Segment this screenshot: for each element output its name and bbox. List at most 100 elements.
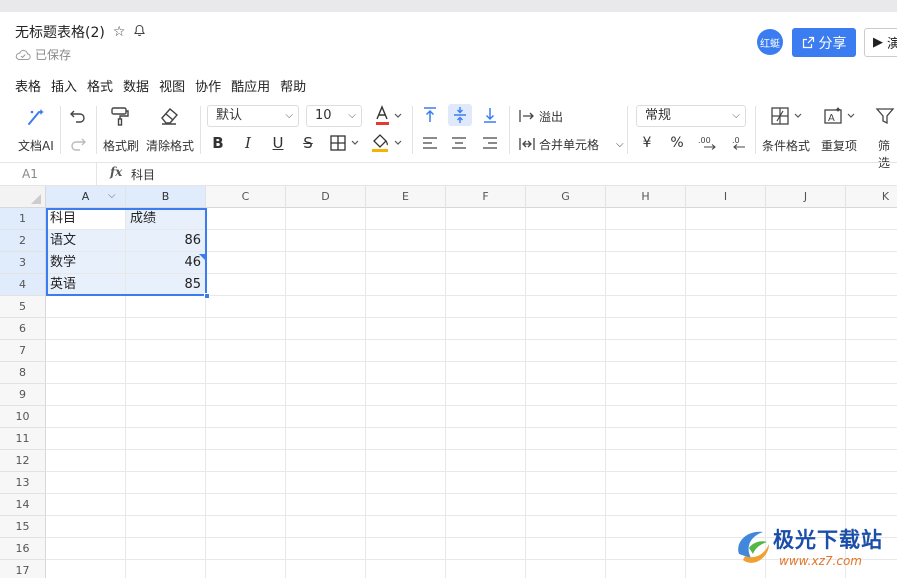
cell-d9[interactable] [286,384,366,406]
row-header-5[interactable]: 5 [0,296,46,318]
cell-g6[interactable] [526,318,606,340]
cell-h13[interactable] [606,472,686,494]
cell-b3[interactable]: 46 [126,252,206,274]
cell-a4[interactable]: 英语 [46,274,126,296]
cell-h17[interactable] [606,560,686,578]
chevron-down-icon[interactable]: ⌵ [108,186,116,208]
cell-i6[interactable] [686,318,766,340]
cell-j5[interactable] [766,296,846,318]
cell-h14[interactable] [606,494,686,516]
column-header-d[interactable]: D [286,186,366,208]
cell-b13[interactable] [126,472,206,494]
cell-g3[interactable] [526,252,606,274]
format-painter-icon[interactable] [107,104,133,128]
cell-h5[interactable] [606,296,686,318]
cell-d16[interactable] [286,538,366,560]
cell-e14[interactable] [366,494,446,516]
cell-h3[interactable] [606,252,686,274]
cell-i5[interactable] [686,296,766,318]
column-header-j[interactable]: J [766,186,846,208]
row-header-4[interactable]: 4 [0,274,46,296]
clear-format-label[interactable]: 清除格式 [146,137,194,154]
cell-i11[interactable] [686,428,766,450]
menu-item-format[interactable]: 格式 [82,78,118,98]
align-bottom-icon[interactable] [479,104,501,126]
row-header-8[interactable]: 8 [0,362,46,384]
row-header-14[interactable]: 14 [0,494,46,516]
fill-color-button[interactable] [369,132,405,154]
menu-item-table[interactable]: 表格 [0,78,46,98]
cell-d6[interactable] [286,318,366,340]
present-button[interactable]: ▶ 演 [864,28,897,57]
cell-k4[interactable] [846,274,897,296]
currency-icon[interactable]: ¥ [638,133,656,153]
cell-j7[interactable] [766,340,846,362]
cell-e11[interactable] [366,428,446,450]
cell-e17[interactable] [366,560,446,578]
column-header-i[interactable]: I [686,186,766,208]
row-header-3[interactable]: 3 [0,252,46,274]
cell-i9[interactable] [686,384,766,406]
cell-c14[interactable] [206,494,286,516]
percent-icon[interactable]: % [668,133,686,153]
cell-f8[interactable] [446,362,526,384]
eraser-icon[interactable] [156,104,182,128]
cell-k9[interactable] [846,384,897,406]
cell-i4[interactable] [686,274,766,296]
row-header-13[interactable]: 13 [0,472,46,494]
cell-j6[interactable] [766,318,846,340]
cell-b8[interactable] [126,362,206,384]
cell-d2[interactable] [286,230,366,252]
cell-g12[interactable] [526,450,606,472]
cell-f9[interactable] [446,384,526,406]
cell-c12[interactable] [206,450,286,472]
cell-e4[interactable] [366,274,446,296]
cell-f15[interactable] [446,516,526,538]
cell-e3[interactable] [366,252,446,274]
cell-f12[interactable] [446,450,526,472]
cell-f11[interactable] [446,428,526,450]
cell-c15[interactable] [206,516,286,538]
cell-f3[interactable] [446,252,526,274]
cell-g4[interactable] [526,274,606,296]
cell-f16[interactable] [446,538,526,560]
decrease-decimal-icon[interactable]: .0 [727,133,749,153]
cell-f7[interactable] [446,340,526,362]
cell-b2[interactable]: 86 [126,230,206,252]
cell-k5[interactable] [846,296,897,318]
cell-k3[interactable] [846,252,897,274]
row-header-9[interactable]: 9 [0,384,46,406]
cell-comment-marker[interactable] [199,254,206,261]
formula-input[interactable]: 科目 [131,166,155,183]
cell-j11[interactable] [766,428,846,450]
fill-handle[interactable] [204,293,210,299]
cell-b7[interactable] [126,340,206,362]
cell-i7[interactable] [686,340,766,362]
cell-h8[interactable] [606,362,686,384]
cell-a12[interactable] [46,450,126,472]
cell-h12[interactable] [606,450,686,472]
column-header-e[interactable]: E [366,186,446,208]
cell-h9[interactable] [606,384,686,406]
menu-item-data[interactable]: 数据 [118,78,154,98]
cell-h15[interactable] [606,516,686,538]
star-icon[interactable]: ☆ [113,24,126,40]
cell-h1[interactable] [606,208,686,230]
cell-c8[interactable] [206,362,286,384]
doc-ai-label[interactable]: 文档AI [18,137,54,154]
cell-g2[interactable] [526,230,606,252]
increase-decimal-icon[interactable]: .00 [697,133,719,153]
undo-icon[interactable] [67,106,89,126]
cell-h10[interactable] [606,406,686,428]
cell-c6[interactable] [206,318,286,340]
cell-a1[interactable]: 科目 [46,208,126,230]
cell-e1[interactable] [366,208,446,230]
cell-b6[interactable] [126,318,206,340]
cell-g1[interactable] [526,208,606,230]
cell-j12[interactable] [766,450,846,472]
menu-item-help[interactable]: 帮助 [275,78,311,98]
cell-a6[interactable] [46,318,126,340]
cell-h7[interactable] [606,340,686,362]
cell-i1[interactable] [686,208,766,230]
menu-item-insert[interactable]: 插入 [46,78,82,98]
